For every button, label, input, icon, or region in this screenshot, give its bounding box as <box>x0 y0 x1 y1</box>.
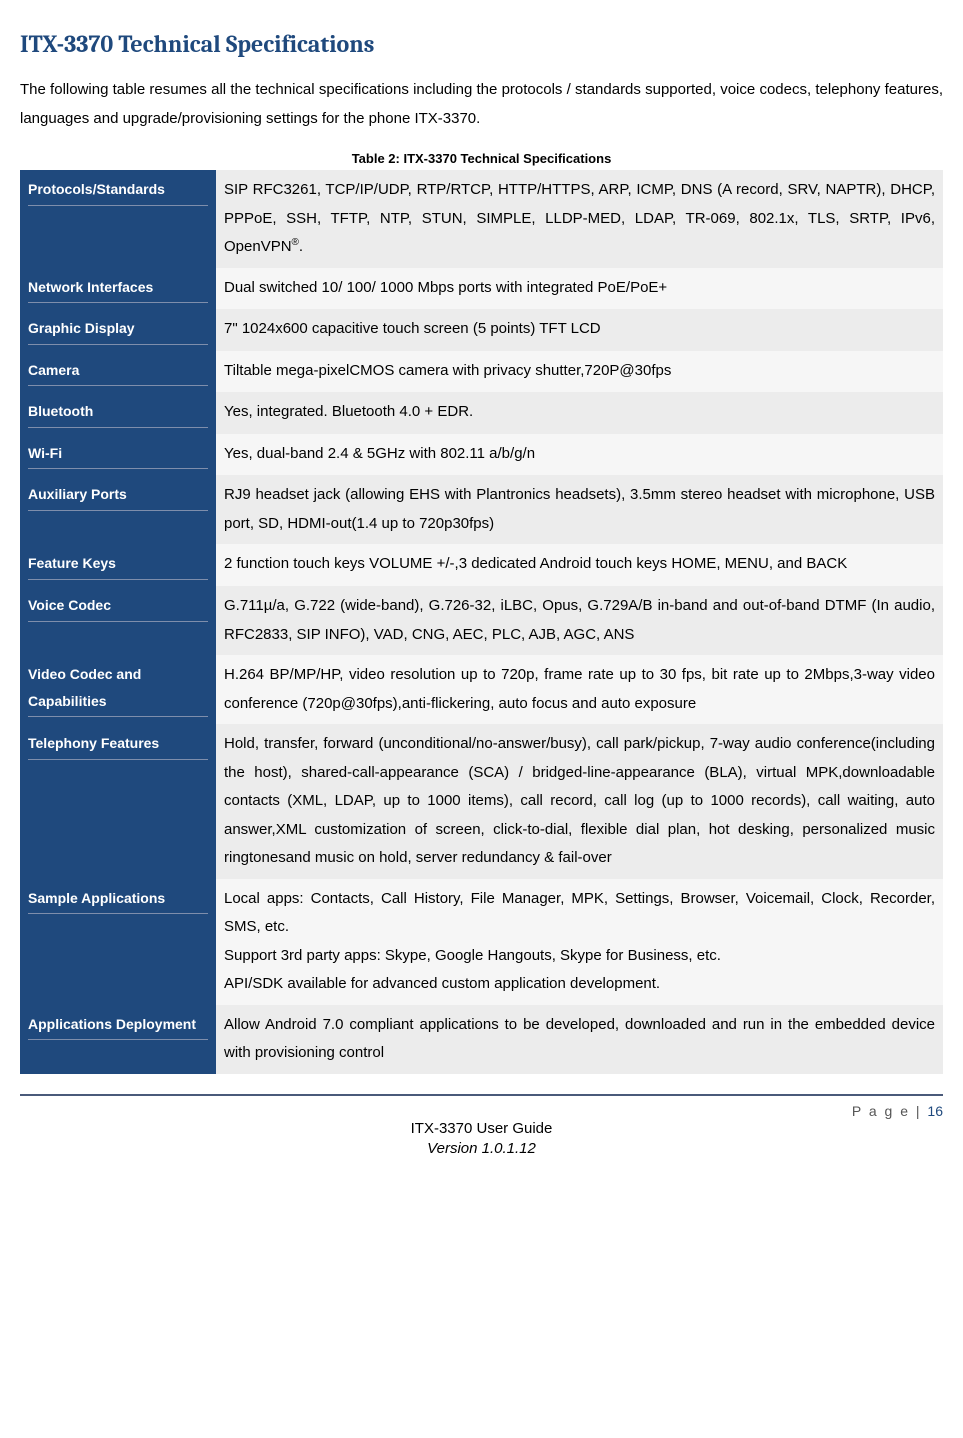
spec-value: Yes, dual-band 2.4 & 5GHz with 802.11 a/… <box>216 434 943 476</box>
spec-value: H.264 BP/MP/HP, video resolution up to 7… <box>216 655 943 724</box>
spec-value: 2 function touch keys VOLUME +/-,3 dedic… <box>216 544 943 586</box>
spec-label: Graphic Display <box>20 309 216 351</box>
page-number: 16 <box>927 1103 943 1119</box>
guide-title: ITX-3370 User Guide <box>411 1120 553 1137</box>
spec-label: Video Codec and Capabilities <box>20 655 216 724</box>
spec-label: Wi-Fi <box>20 434 216 476</box>
spec-label: Feature Keys <box>20 544 216 586</box>
section-title: ITX-3370 Technical Specifications <box>20 30 943 58</box>
table-row: Graphic Display7" 1024x600 capacitive to… <box>20 309 943 351</box>
table-row: Voice CodecG.711µ/a, G.722 (wide-band), … <box>20 586 943 655</box>
spec-label: Voice Codec <box>20 586 216 655</box>
spec-label: Sample Applications <box>20 879 216 1005</box>
table-row: Telephony FeaturesHold, transfer, forwar… <box>20 724 943 879</box>
table-row: Wi-FiYes, dual-band 2.4 & 5GHz with 802.… <box>20 434 943 476</box>
spec-value: Allow Android 7.0 compliant applications… <box>216 1005 943 1074</box>
spec-label: Network Interfaces <box>20 268 216 310</box>
spec-label: Bluetooth <box>20 392 216 434</box>
spec-label: Camera <box>20 351 216 393</box>
intro-paragraph: The following table resumes all the tech… <box>20 76 943 133</box>
spec-value: Hold, transfer, forward (unconditional/n… <box>216 724 943 879</box>
spec-label: Applications Deployment <box>20 1005 216 1074</box>
footer-page: P a g e | 16 <box>20 1103 943 1119</box>
footer-rule <box>20 1094 943 1096</box>
spec-value: 7" 1024x600 capacitive touch screen (5 p… <box>216 309 943 351</box>
table-row: Feature Keys2 function touch keys VOLUME… <box>20 544 943 586</box>
table-caption: Table 2: ITX-3370 Technical Specificatio… <box>20 151 943 166</box>
table-row: Video Codec and CapabilitiesH.264 BP/MP/… <box>20 655 943 724</box>
page-label: P a g e | <box>852 1103 928 1119</box>
spec-label: Protocols/Standards <box>20 170 216 268</box>
footer-guide: ITX-3370 User Guide Version 1.0.1.12 <box>20 1119 943 1160</box>
table-row: Sample ApplicationsLocal apps: Contacts,… <box>20 879 943 1005</box>
table-row: Protocols/StandardsSIP RFC3261, TCP/IP/U… <box>20 170 943 268</box>
table-row: Applications DeploymentAllow Android 7.0… <box>20 1005 943 1074</box>
table-row: Auxiliary PortsRJ9 headset jack (allowin… <box>20 475 943 544</box>
spec-value: Local apps: Contacts, Call History, File… <box>216 879 943 1005</box>
spec-value: Tiltable mega-pixelCMOS camera with priv… <box>216 351 943 393</box>
spec-value: G.711µ/a, G.722 (wide-band), G.726-32, i… <box>216 586 943 655</box>
spec-label: Telephony Features <box>20 724 216 879</box>
spec-value: Yes, integrated. Bluetooth 4.0 + EDR. <box>216 392 943 434</box>
spec-value: RJ9 headset jack (allowing EHS with Plan… <box>216 475 943 544</box>
table-row: CameraTiltable mega-pixelCMOS camera wit… <box>20 351 943 393</box>
spec-value: SIP RFC3261, TCP/IP/UDP, RTP/RTCP, HTTP/… <box>216 170 943 268</box>
spec-label: Auxiliary Ports <box>20 475 216 544</box>
guide-version: Version 1.0.1.12 <box>427 1140 536 1157</box>
table-row: Network InterfacesDual switched 10/ 100/… <box>20 268 943 310</box>
spec-table: Protocols/StandardsSIP RFC3261, TCP/IP/U… <box>20 170 943 1074</box>
spec-value: Dual switched 10/ 100/ 1000 Mbps ports w… <box>216 268 943 310</box>
table-row: BluetoothYes, integrated. Bluetooth 4.0 … <box>20 392 943 434</box>
